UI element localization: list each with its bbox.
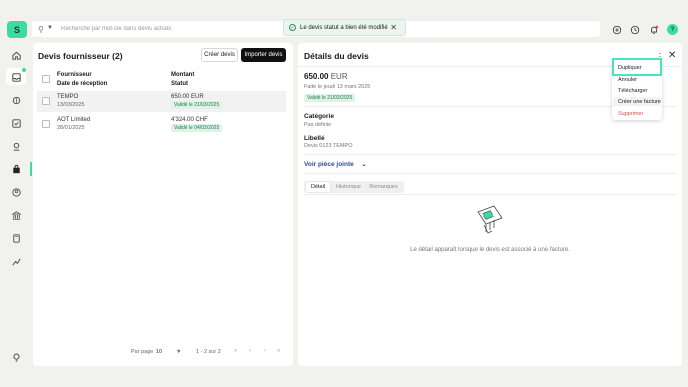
menu-item-dupliquer[interactable]: Dupliquer <box>618 65 642 71</box>
menu-item-annuler[interactable]: Annuler <box>618 77 637 83</box>
next-page-button[interactable]: › <box>264 348 266 354</box>
empty-state-message: Le détail apparaît lorsque le devis est … <box>410 247 570 253</box>
create-quote-button[interactable]: Créer devis <box>201 48 238 62</box>
chevron-down-icon[interactable]: ▼ <box>176 349 181 355</box>
row-date: 13/03/2025 <box>57 102 85 108</box>
amount-value: 650.00 <box>304 72 329 81</box>
active-indicator <box>30 162 32 176</box>
calculator-icon[interactable] <box>9 231 23 245</box>
divider <box>304 154 676 155</box>
import-quote-button[interactable]: Importer devis <box>241 48 286 62</box>
chevron-down-icon: ⌄ <box>361 162 367 168</box>
details-title: Détails du devis <box>304 51 369 61</box>
column-header-supplier[interactable]: Fournisseur <box>57 72 92 78</box>
row-checkbox[interactable] <box>42 97 50 105</box>
first-page-button[interactable]: « <box>234 348 237 354</box>
user-circle-icon[interactable] <box>9 185 23 199</box>
bag-icon[interactable] <box>9 162 23 176</box>
bell-icon[interactable] <box>648 24 659 35</box>
add-circle-icon[interactable] <box>611 24 622 35</box>
chevron-down-icon[interactable]: ▼ <box>47 25 53 31</box>
column-header-amount[interactable]: Montant <box>171 72 194 78</box>
row-amount: 4'324.00 CHF <box>171 117 208 123</box>
lightbulb-icon[interactable] <box>9 350 23 364</box>
tab-historique[interactable]: Historique <box>333 182 364 192</box>
row-date: 28/01/2025 <box>57 125 85 131</box>
checklist-icon[interactable] <box>9 116 23 130</box>
menu-item-creer-facture[interactable]: Créer une facture <box>618 99 661 105</box>
last-page-button[interactable]: » <box>277 348 280 354</box>
per-page-select[interactable]: 10 <box>156 349 162 355</box>
search-input[interactable] <box>61 23 276 35</box>
chart-icon[interactable] <box>9 254 23 268</box>
toast-notification: ✓ Le devis statut a bien été modifié ✕ <box>283 19 406 36</box>
column-header-date[interactable]: Date de réception <box>57 81 107 87</box>
hand-money-icon[interactable] <box>9 139 23 153</box>
home-icon[interactable] <box>9 48 23 62</box>
category-label: Catégorie <box>304 113 334 120</box>
libelle-value: Devis 0123 TEMPO <box>304 143 353 149</box>
row-amount: 650.00 EUR <box>171 94 204 100</box>
per-page-label: Par page <box>131 349 154 355</box>
tab-remarques[interactable]: Remarques <box>367 182 400 192</box>
amount-currency: EUR <box>330 72 348 81</box>
empty-invoice-illustration-icon <box>477 205 503 234</box>
divider <box>304 194 676 195</box>
avatar[interactable]: ? <box>667 24 678 35</box>
view-attachment-link[interactable]: Voir pièce jointe ⌄ <box>304 161 367 168</box>
divider <box>304 173 676 174</box>
search-icon[interactable]: ⚲ <box>38 25 44 34</box>
select-all-checkbox[interactable] <box>42 75 50 83</box>
close-icon[interactable]: ✕ <box>668 50 676 61</box>
bank-icon[interactable] <box>9 208 23 222</box>
row-supplier: TEMPO <box>57 94 79 100</box>
page-range: 1 - 2 sur 2 <box>196 349 221 355</box>
sidebar: S <box>0 0 32 387</box>
app-logo[interactable]: S <box>7 21 27 38</box>
quote-amount: 650.00 EUR <box>304 72 348 81</box>
libelle-label: Libellé <box>304 135 325 142</box>
status-badge: Validé le 21/03/2025 <box>304 94 356 102</box>
tab-detail[interactable]: Détail <box>306 182 330 192</box>
close-icon[interactable]: ✕ <box>390 23 397 32</box>
menu-item-supprimer[interactable]: Supprimer <box>618 111 643 117</box>
page-title: Devis fournisseur (2) <box>38 51 123 61</box>
money-icon[interactable] <box>9 93 23 107</box>
status-badge: Validé le 04/03/2025 <box>171 124 223 132</box>
quote-date: Faite le jeudi 13 mars 2025 <box>304 84 371 90</box>
category-value: Pas définie <box>304 122 332 128</box>
prev-page-button[interactable]: ‹ <box>249 348 251 354</box>
inbox-icon[interactable] <box>9 70 23 84</box>
row-supplier: AOT Limited <box>57 117 91 123</box>
column-header-status[interactable]: Statut <box>171 81 188 87</box>
menu-item-telecharger[interactable]: Télécharger <box>618 88 647 94</box>
clock-icon[interactable] <box>629 24 640 35</box>
check-circle-icon: ✓ <box>289 24 296 31</box>
status-badge: Validé le 21/03/2025 <box>171 101 223 109</box>
toast-message: Le devis statut a bien été modifié <box>300 24 388 31</box>
row-checkbox[interactable] <box>42 120 50 128</box>
